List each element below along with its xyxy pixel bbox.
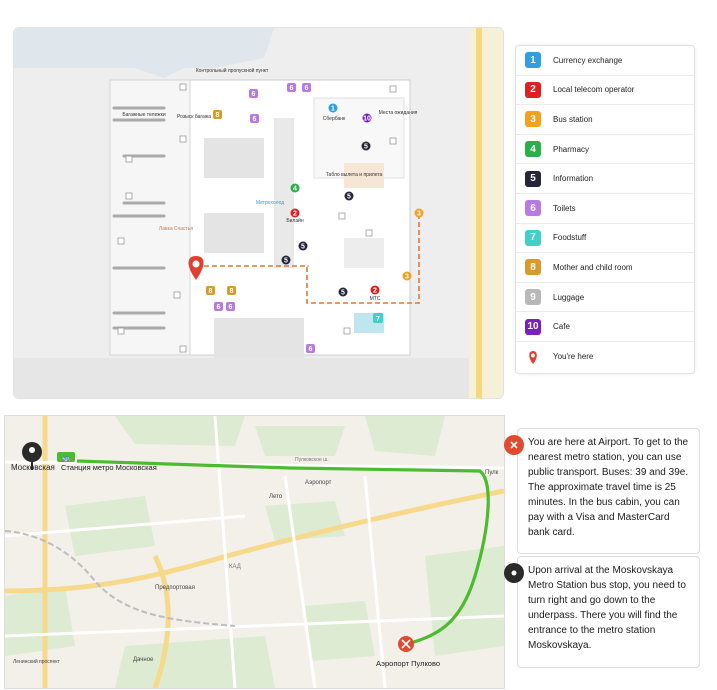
fp-label-metroshop: Метрохолод	[256, 200, 284, 206]
svg-text:3: 3	[417, 211, 421, 218]
legend-badge: 1	[525, 52, 541, 69]
fp-label-mts: МТС	[370, 296, 381, 302]
svg-text:5: 5	[364, 144, 368, 151]
svg-text:2: 2	[293, 211, 297, 218]
map-label-dachnoe: Дачное	[133, 657, 154, 663]
legend-badge: 8	[525, 259, 541, 276]
svg-text:6: 6	[309, 346, 313, 353]
svg-text:8: 8	[209, 288, 213, 295]
legend-label: Toilets	[553, 203, 576, 213]
location-pin-icon	[525, 349, 541, 365]
map-label-aeroport: Аэропорт	[305, 480, 332, 486]
fp-label-control: Контрольный пропускной пункт	[196, 67, 269, 74]
airport-icon	[504, 435, 524, 455]
fp-label-happiness: Лавка Счастья	[159, 226, 194, 232]
legend-item: 1 Currency exchange	[516, 46, 694, 76]
floor-plan-drawing: 1 2 2 3 3 4 5 5 5 5 5 6 6 6 6 6 6 6 7 8 …	[14, 28, 503, 398]
legend-label: Mother and child room	[553, 262, 633, 272]
svg-text:5: 5	[347, 194, 351, 201]
svg-text:6: 6	[305, 85, 309, 92]
svg-text:5: 5	[301, 244, 305, 251]
legend-item: 3 Bus station	[516, 105, 694, 135]
airport-instructions: You are here at Airport. To get to the n…	[528, 437, 689, 538]
legend-item: You're here	[516, 342, 694, 372]
legend-item: 9 Luggage	[516, 283, 694, 313]
map-label-kad: КАД	[229, 564, 241, 570]
legend-label: Foodstuff	[553, 233, 587, 243]
legend-label: Currency exchange	[553, 55, 623, 65]
svg-text:10: 10	[363, 116, 371, 123]
legend-label: Luggage	[553, 292, 585, 302]
fp-label-waiting: Места ожидания	[379, 110, 418, 116]
svg-text:6: 6	[217, 304, 221, 311]
svg-text:6: 6	[290, 85, 294, 92]
map-label-moskovskaya: Московская	[11, 463, 55, 472]
map-label-pulkovskoe: Пулковское ш.	[295, 457, 329, 463]
svg-text:2: 2	[373, 288, 377, 295]
legend-item: 5 Information	[516, 164, 694, 194]
legend-item: 10 Cafe	[516, 312, 694, 342]
svg-text:3: 3	[405, 274, 409, 281]
metro-instructions: Upon arrival at the Moskovskaya Metro St…	[528, 565, 686, 651]
svg-text:6: 6	[253, 116, 257, 123]
metro-icon	[504, 563, 524, 583]
fp-label-beeline: Билайн	[286, 217, 304, 224]
legend-item: 2 Local telecom operator	[516, 76, 694, 106]
legend-label: Pharmacy	[553, 144, 590, 154]
airport-info-card: You are here at Airport. To get to the n…	[504, 428, 700, 554]
svg-text:6: 6	[229, 304, 233, 311]
road	[469, 28, 503, 398]
legend-label: Information	[553, 174, 594, 184]
legend-badge: 7	[525, 229, 541, 246]
route-map-drawing: 🚌 Московская Станция метро Московская Аэ…	[5, 416, 504, 688]
svg-text:4: 4	[293, 186, 297, 193]
fp-label-board: Табло вылета и прилета	[326, 172, 383, 178]
svg-text:8: 8	[230, 288, 234, 295]
svg-text:8: 8	[216, 112, 220, 119]
legend-item: 6 Toilets	[516, 194, 694, 224]
svg-text:1: 1	[331, 106, 335, 113]
legend-badge: 9	[525, 289, 541, 306]
legend-label: Cafe	[553, 322, 570, 332]
airport-marker	[398, 636, 414, 652]
legend-item: 4 Pharmacy	[516, 135, 694, 165]
legend-badge: 2	[525, 81, 541, 98]
fp-label-sberbank: Сбербанк	[323, 116, 346, 122]
svg-text:7: 7	[376, 316, 380, 323]
legend-badge: 3	[525, 111, 541, 128]
legend-badge: 10	[525, 318, 541, 335]
legend-label: Bus station	[553, 114, 593, 124]
legend-badge: 6	[525, 200, 541, 217]
map-label-predportovaya: Предпортовая	[155, 585, 195, 591]
legend-label: Local telecom operator	[553, 85, 635, 95]
metro-info-card: Upon arrival at the Moskovskaya Metro St…	[504, 556, 700, 668]
legend-item: 7 Foodstuff	[516, 224, 694, 254]
legend-label: You're here	[553, 352, 594, 362]
map-label-lento: Лето	[269, 494, 283, 500]
svg-text:🚌: 🚌	[62, 455, 71, 462]
map-label-pulk: Пулк	[485, 470, 499, 476]
fp-label-claim: Розыск багажа	[177, 114, 211, 120]
terminal-floor-plan: 1 2 2 3 3 4 5 5 5 5 5 6 6 6 6 6 6 6 7 8 …	[13, 27, 504, 399]
svg-text:5: 5	[284, 258, 288, 265]
legend-item: 8 Mother and child room	[516, 253, 694, 283]
map-label-airport: Аэропорт Пулково	[376, 659, 440, 668]
fp-label-carts: Багажные тележки	[122, 112, 165, 118]
legend: 1 Currency exchange 2 Local telecom operato…	[515, 45, 695, 374]
map-label-leninsky: Ленинский проспект	[13, 658, 61, 665]
svg-text:5: 5	[341, 290, 345, 297]
svg-text:6: 6	[252, 91, 256, 98]
route-map[interactable]: 🚌 Московская Станция метро Московская Аэ…	[4, 415, 505, 689]
legend-badge: 5	[525, 170, 541, 187]
legend-badge: 4	[525, 141, 541, 158]
map-label-metro-station: Станция метро Московская	[61, 463, 157, 472]
